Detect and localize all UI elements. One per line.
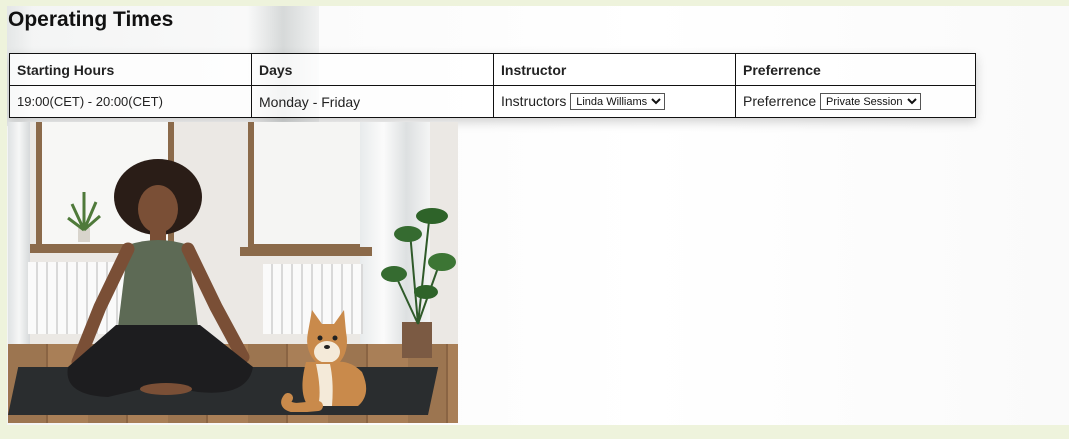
cell-days: Monday - Friday <box>251 85 494 118</box>
cell-starting-hours: 19:00(CET) - 20:00(CET) <box>9 85 252 118</box>
operating-times-table: Starting Hours Days Instructor Preferren… <box>9 53 976 118</box>
header-starting-hours: Starting Hours <box>9 53 252 86</box>
large-plant-icon <box>381 208 456 358</box>
header-instructor: Instructor <box>493 53 736 86</box>
dog-icon <box>281 310 367 412</box>
preference-select[interactable]: Private Session <box>820 93 922 111</box>
yoga-photo <box>8 122 458 423</box>
photo-curtain-left <box>8 122 30 362</box>
instructor-select[interactable]: Linda Williams <box>570 93 666 111</box>
table-header-row: Starting Hours Days Instructor Preferren… <box>9 53 976 86</box>
preference-label: Preferrence <box>743 92 817 109</box>
content-panel: Operating Times Starting Hours Days Inst… <box>7 6 1069 425</box>
header-days: Days <box>251 53 494 86</box>
header-preference: Preferrence <box>735 53 976 86</box>
instructor-label: Instructors <box>501 92 567 109</box>
cell-preference: Preferrence Private Session <box>735 85 976 118</box>
page-title: Operating Times <box>8 8 174 31</box>
yoga-person-icon <box>67 159 253 397</box>
cell-instructor: Instructors Linda Williams <box>493 85 736 118</box>
table-row: 19:00(CET) - 20:00(CET) Monday - Friday … <box>9 85 976 118</box>
